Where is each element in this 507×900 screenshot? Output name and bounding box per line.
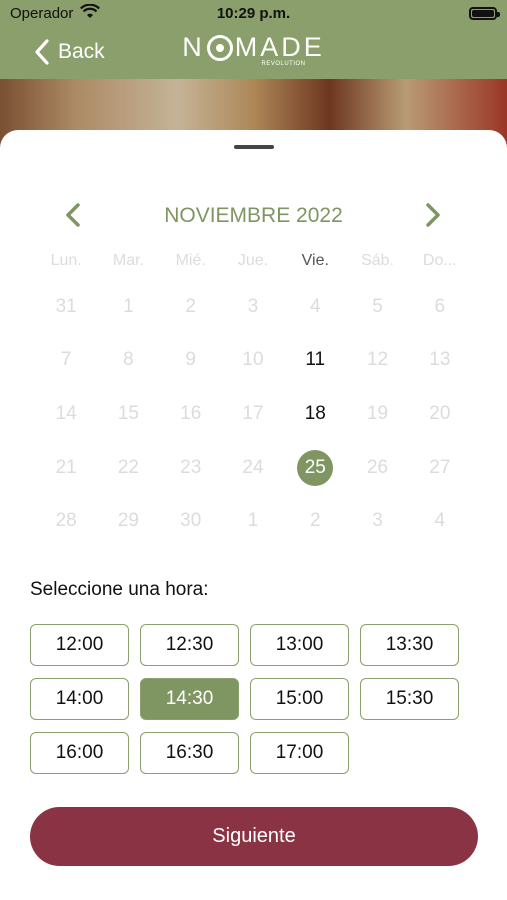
time-slot[interactable]: 13:00	[250, 624, 349, 666]
calendar-week-row: 31 1 2 3 4 5 6	[35, 280, 471, 334]
calendar-day: 31	[55, 295, 77, 317]
weekday-label: Vie.	[301, 252, 329, 269]
calendar-day: 27	[429, 456, 451, 478]
calendar-day: 4	[309, 295, 321, 317]
calendar-day: 6	[434, 295, 446, 317]
calendar-day: 3	[247, 295, 259, 317]
time-slot[interactable]: 15:00	[250, 678, 349, 720]
time-slot[interactable]: 14:00	[30, 678, 129, 720]
status-bar: Operador 10:29 p.m.	[0, 0, 507, 27]
calendar-day: 2	[185, 295, 196, 317]
time-slot[interactable]: 12:00	[30, 624, 129, 666]
time-slot-selected[interactable]: 14:30	[140, 678, 239, 720]
calendar-day: 24	[242, 456, 264, 478]
nomade-logo: N MADE REVOLUTION	[182, 32, 325, 67]
calendar-day: 29	[117, 510, 139, 532]
next-button[interactable]: Siguiente	[30, 807, 478, 866]
calendar-day[interactable]: 11	[284, 342, 346, 378]
calendar-day: 14	[55, 402, 77, 424]
calendar-week-row: 14 15 16 17 18 19 20	[35, 387, 471, 441]
calendar-day: 10	[242, 349, 264, 371]
time-slot[interactable]: 13:30	[360, 624, 459, 666]
calendar-day: 7	[60, 349, 72, 371]
calendar-day: 1	[247, 510, 259, 532]
time-slot[interactable]: 15:30	[360, 678, 459, 720]
calendar-day: 23	[180, 456, 202, 478]
calendar-day: 12	[366, 349, 389, 371]
weekday-header: Lun. Mar. Mié. Jue. Vie. Sáb. Do...	[35, 252, 471, 270]
calendar-week-row: 21 22 23 24 25 26 27	[35, 441, 471, 495]
next-month-button[interactable]	[418, 200, 448, 230]
battery-icon	[469, 7, 500, 20]
calendar-day: 2	[309, 510, 321, 532]
time-slot[interactable]: 16:30	[140, 732, 239, 774]
calendar-day[interactable]: 18	[284, 396, 346, 432]
time-slot[interactable]: 16:00	[30, 732, 129, 774]
calendar-day: 28	[55, 510, 77, 532]
calendar-day: 26	[366, 456, 389, 478]
weekday-label: Jue.	[237, 252, 269, 269]
weekday-label: Sáb.	[361, 252, 394, 269]
calendar-day: 5	[372, 295, 383, 317]
calendar-day: 17	[242, 402, 264, 424]
time-slot[interactable]: 17:00	[250, 732, 349, 774]
booking-sheet: NOVIEMBRE 2022 Lun. Mar. Mié. Jue. Vie. …	[0, 130, 507, 900]
calendar-day: 19	[366, 402, 389, 424]
calendar-week-row: 7 8 9 10 11 12 13	[35, 334, 471, 388]
time-section-label: Seleccione una hora:	[30, 579, 209, 600]
calendar-day: 9	[185, 349, 196, 371]
chevron-right-icon	[426, 203, 440, 227]
calendar-day-selected[interactable]: 25	[284, 449, 346, 486]
weekday-label: Mar.	[112, 252, 144, 269]
calendar-day: 4	[434, 510, 446, 532]
calendar-header: NOVIEMBRE 2022	[0, 198, 507, 232]
weekday-label: Do...	[422, 252, 457, 269]
calendar-day: 3	[372, 510, 383, 532]
time-slot[interactable]: 12:30	[140, 624, 239, 666]
calendar-day: 1	[123, 295, 134, 317]
weekday-label: Mié.	[175, 252, 206, 269]
calendar-day: 16	[180, 402, 202, 424]
logo-o-icon	[206, 34, 233, 61]
calendar-day: 30	[180, 510, 202, 532]
calendar-day: 21	[55, 456, 77, 478]
calendar-days-grid: 31 1 2 3 4 5 6 7 8 9 10 11 12 13 14 15 16 17 18 19 20 21 22 23 2…	[35, 280, 471, 548]
weekday-label: Lun.	[50, 252, 82, 269]
calendar-day: 8	[123, 349, 134, 371]
calendar-day: 13	[429, 349, 451, 371]
time-slots-grid: 12:00 12:30 13:00 13:30 14:00 14:30 15:00 15:30…	[30, 624, 470, 774]
calendar-day: 22	[117, 456, 139, 478]
clock: 10:29 p.m.	[216, 5, 291, 22]
sheet-grabber[interactable]	[234, 145, 274, 149]
nav-bar: Back N MADE REVOLUTION	[0, 27, 507, 79]
calendar-week-row: 28 29 30 1 2 3 4	[35, 494, 471, 548]
calendar-day: 15	[117, 402, 139, 424]
calendar-day: 20	[429, 402, 451, 424]
